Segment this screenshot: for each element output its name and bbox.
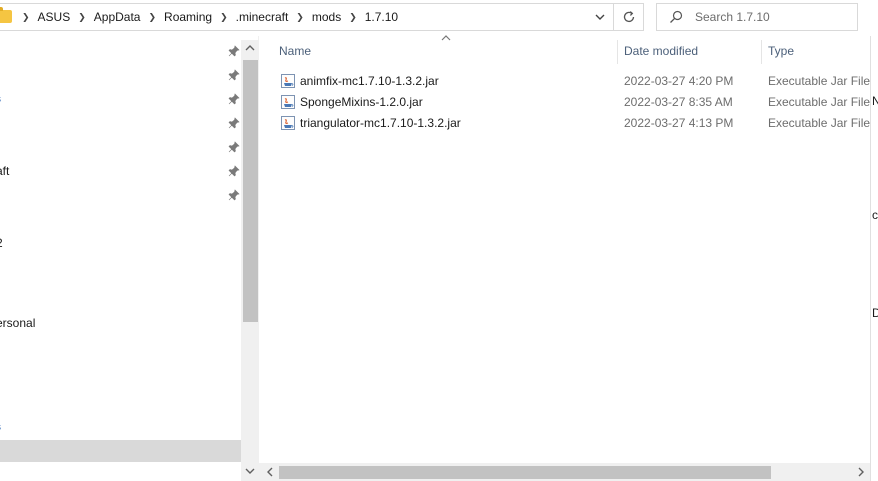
nav-item-label: ersonal <box>0 316 36 330</box>
edge-text: c <box>872 208 878 222</box>
h-scroll-thumb[interactable] <box>279 466 771 479</box>
file-date-modified: 2022-03-27 8:35 AM <box>624 95 733 109</box>
nav-scroll-thumb[interactable] <box>243 60 258 322</box>
navigation-pane: s aft 2 ersonal s <box>0 36 241 463</box>
file-date-modified: 2022-03-27 4:20 PM <box>624 74 734 88</box>
refresh-icon <box>623 11 634 23</box>
breadcrumb-item-appdata[interactable]: AppData <box>92 10 143 24</box>
file-type: Executable Jar File <box>768 74 871 88</box>
pin-icon[interactable] <box>228 69 240 81</box>
pin-icon[interactable] <box>228 117 240 129</box>
pin-icon[interactable] <box>228 45 240 57</box>
breadcrumb-item-minecraft[interactable]: .minecraft <box>234 10 291 24</box>
chevron-left-icon[interactable] <box>264 466 276 478</box>
edge-text: D <box>872 306 878 320</box>
breadcrumb-item-asus[interactable]: ASUS <box>36 10 73 24</box>
chevron-right-icon[interactable]: ❯ <box>148 12 156 23</box>
file-type: Executable Jar File <box>768 95 871 109</box>
nav-vertical-scrollbar[interactable] <box>241 40 258 481</box>
search-input[interactable] <box>695 4 845 30</box>
nav-item-label: 2 <box>0 236 3 250</box>
nav-item-minecraft[interactable]: aft <box>0 160 241 182</box>
file-name: animfix-mc1.7.10-1.3.2.jar <box>300 74 439 88</box>
nav-item-this-pc[interactable]: s <box>0 416 241 438</box>
sort-ascending-icon <box>441 35 451 41</box>
chevron-down-icon[interactable] <box>244 465 256 477</box>
nav-item-folder-2[interactable]: 2 <box>0 232 241 254</box>
chevron-right-icon[interactable]: ❯ <box>22 12 30 23</box>
nav-item-selected[interactable] <box>0 440 241 462</box>
file-list-horizontal-scrollbar[interactable] <box>259 463 870 481</box>
folder-icon <box>0 7 12 23</box>
column-header-date[interactable]: Date modified <box>624 44 698 58</box>
column-divider[interactable] <box>761 40 762 64</box>
breadcrumb-item-mods[interactable]: mods <box>310 10 343 24</box>
pane-divider[interactable] <box>258 36 259 481</box>
chevron-right-icon[interactable]: ❯ <box>220 12 228 23</box>
address-bar[interactable]: ❯ ASUS ❯ AppData ❯ Roaming ❯ .minecraft … <box>0 3 614 31</box>
file-row[interactable]: SpongeMixins-1.2.0.jar 2022-03-27 8:35 A… <box>276 91 870 112</box>
file-row[interactable]: animfix-mc1.7.10-1.3.2.jar 2022-03-27 4:… <box>276 70 870 91</box>
pin-icon[interactable] <box>228 189 240 201</box>
nav-item-personal[interactable]: ersonal <box>0 312 241 334</box>
pin-icon[interactable] <box>228 141 240 153</box>
breadcrumb-item-current[interactable]: 1.7.10 <box>363 10 400 24</box>
file-name: SpongeMixins-1.2.0.jar <box>300 95 423 109</box>
column-header-row: Name Date modified Type <box>259 35 870 66</box>
column-header-name[interactable]: Name <box>279 44 311 58</box>
file-date-modified: 2022-03-27 4:13 PM <box>624 116 734 130</box>
file-name: triangulator-mc1.7.10-1.3.2.jar <box>300 116 461 130</box>
chevron-right-icon[interactable]: ❯ <box>78 12 86 23</box>
file-type: Executable Jar File <box>768 116 871 130</box>
search-icon <box>670 10 683 23</box>
column-header-type[interactable]: Type <box>768 44 794 58</box>
nav-item-label: aft <box>0 164 10 178</box>
search-box[interactable] <box>656 3 858 31</box>
nav-item-label: s <box>0 94 1 105</box>
chevron-right-icon[interactable] <box>855 466 867 478</box>
java-jar-icon <box>281 74 295 88</box>
java-jar-icon <box>281 95 295 109</box>
breadcrumb-item-roaming[interactable]: Roaming <box>162 10 214 24</box>
chevron-up-icon[interactable] <box>244 42 256 54</box>
edge-text: N <box>872 94 878 108</box>
java-jar-icon <box>281 116 295 130</box>
chevron-right-icon[interactable]: ❯ <box>296 12 304 23</box>
nav-item-quick-access[interactable]: s <box>0 88 241 110</box>
address-row: ❯ ASUS ❯ AppData ❯ Roaming ❯ .minecraft … <box>0 0 878 36</box>
chevron-down-icon[interactable] <box>593 10 607 24</box>
nav-item-label: s <box>0 422 1 433</box>
column-divider[interactable] <box>617 40 618 64</box>
breadcrumb: ❯ ASUS ❯ AppData ❯ Roaming ❯ .minecraft … <box>16 4 400 30</box>
file-row[interactable]: triangulator-mc1.7.10-1.3.2.jar 2022-03-… <box>276 112 870 133</box>
refresh-button[interactable] <box>614 3 644 31</box>
chevron-right-icon[interactable]: ❯ <box>349 12 357 23</box>
